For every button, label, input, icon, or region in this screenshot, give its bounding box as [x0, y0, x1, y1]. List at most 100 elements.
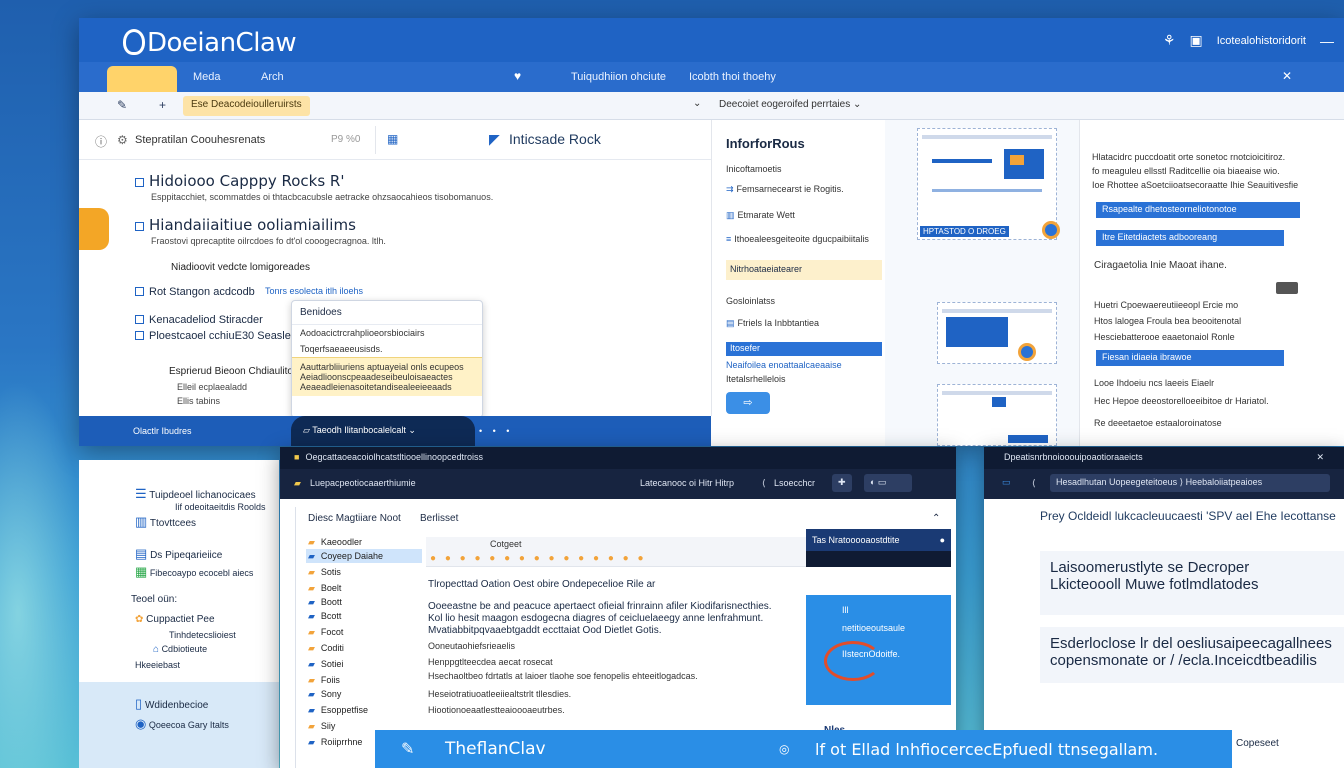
list-subitem[interactable]: Niadioovit vedcte lomigoreades	[171, 262, 310, 273]
open-button[interactable]: ⇨	[726, 392, 770, 414]
info-row[interactable]: ▤ Ftriels Ia Inbbtantiea	[726, 318, 819, 329]
gear-icon: ✿	[135, 614, 144, 625]
toggle[interactable]	[1276, 282, 1298, 294]
thumbnail[interactable]	[937, 384, 1057, 446]
thumbnail[interactable]	[937, 302, 1057, 364]
monitor-icon[interactable]: ▭	[1002, 477, 1011, 488]
heart-icon[interactable]: ♥	[514, 69, 521, 83]
panel-row[interactable]: ▤ Ds Pipeqarieiice	[135, 546, 222, 562]
list-item[interactable]: Hiandaiiaitiue ooliamiailims	[135, 216, 356, 234]
content-card[interactable]: Esderloclose lr del oesliusaipeecagallne…	[1040, 627, 1344, 683]
info-row[interactable]: ⇉ Femsarnecearst ie Rogitis.	[726, 184, 844, 195]
sidebar-item[interactable]: ▰ Siiy	[308, 721, 335, 732]
bottom-banner: ✎ TheflanClav ◎ lf ot Ellad lnhfiocercec…	[375, 730, 1232, 768]
sidebar-item[interactable]: ▰ Sotiei	[308, 659, 343, 670]
collapse-tab[interactable]	[79, 208, 109, 250]
properties-dropdown[interactable]: Deecoiet eogeroifed perrtaies ⌄	[719, 99, 861, 110]
list-item[interactable]: Kenacadeliod Stiracder	[135, 314, 263, 326]
grid-icon[interactable]: ▦	[387, 132, 398, 146]
editor-title-bar: ■ Oegcattaoeacoiolhcatstltiooellinoopcedt…	[280, 447, 956, 469]
sidebar-item[interactable]: ▰ Bcott	[308, 611, 341, 622]
edit-icon[interactable]: ✎	[401, 739, 414, 759]
action-button[interactable]: Itre Eitetdiactets adbooreang	[1096, 230, 1284, 246]
nav-right[interactable]: Lsoecchcr	[774, 478, 815, 488]
address-bar[interactable]: Hesadlhutan Uopeegeteitoeus ⟩ Heebaloiia…	[1050, 474, 1330, 492]
menu-item-options[interactable]: Icobth thoi thoehy	[689, 71, 776, 83]
record-icon[interactable]: ●	[940, 535, 945, 545]
info-row[interactable]: ≡ Ithoealeesgeiteoite dgucpaibiitalis	[726, 234, 869, 244]
sidebar-item[interactable]: ▰ Focot	[308, 627, 343, 638]
menu-item-tools[interactable]: Tuiqudhiion ohciute	[571, 71, 666, 83]
info-icon[interactable]: ⓘ	[95, 133, 107, 150]
action-button[interactable]: Rsapealte dhetosteorneliotonotoe	[1096, 202, 1300, 218]
panel-row[interactable]: ☰ Tuipdeoel lichanocicaes	[135, 486, 256, 502]
chevron-down-icon[interactable]: ⌄	[693, 98, 701, 109]
sidebar-item[interactable]: ▰ Boott	[308, 597, 342, 608]
tab-magazine[interactable]: Diesc Magtiiare Noot	[308, 513, 401, 524]
panel-row[interactable]: ▥ Ttovttcees	[135, 514, 196, 530]
address-field[interactable]: Ese Deacodeioulleruirsts	[183, 96, 310, 116]
list-item[interactable]: Hidoiooo Capppy Rocks R'	[135, 172, 344, 190]
title-link[interactable]: Icotealohistoridorit	[1217, 35, 1306, 47]
sidebar-item[interactable]: ▰ Kaeoodler	[308, 537, 362, 548]
info-section: Gosloinlatss	[726, 296, 776, 306]
list-subitem[interactable]: Elleil ecplaealadd	[177, 382, 247, 392]
sidebar-item[interactable]: ▰ Sotis	[308, 567, 341, 578]
list-subitem[interactable]: Ellis tabins	[177, 396, 220, 406]
document-line: Henppgtlteecdea aecat rosecat	[428, 657, 553, 667]
checkbox[interactable]	[135, 178, 144, 187]
sidebar-item[interactable]: ▰ Boelt	[308, 583, 341, 594]
list-item[interactable]: Ploestcaoel cchiuE30 Seaslee	[135, 330, 297, 342]
window-icon[interactable]: ▣	[1189, 32, 1202, 49]
sidebar-item[interactable]: ▰ Foiis	[308, 675, 340, 686]
close-icon[interactable]: ✕	[1316, 452, 1324, 463]
main-window: DoeianClaw ⚘ ▣ Icotealohistoridorit — Me…	[79, 18, 1344, 446]
sidebar-item[interactable]: ▰ Coditi	[308, 643, 344, 654]
globe-icon[interactable]: ◐ ▭	[864, 474, 912, 492]
action-button[interactable]: Fiesan idiaeia ibrawoe	[1096, 350, 1284, 366]
panel-row[interactable]: ✿ Cuppactiet Pee	[135, 614, 215, 625]
title-bar-icons: ⚘ ▣ Icotealohistoridorit —	[1163, 32, 1334, 49]
sidebar-item[interactable]: ▰ Esoppetfise	[308, 705, 368, 716]
popup-row[interactable]: Aodoacictrcrahplioeorsbiociairs	[292, 325, 482, 341]
panel-row[interactable]: ◉ Qoeecoa Gary Italts	[135, 716, 229, 732]
pane-meta: P9 %0	[331, 134, 361, 145]
menu-item-meda[interactable]: Meda	[193, 71, 221, 83]
content-card[interactable]: Laisoomerustlyte se Decroper Lkicteoooll…	[1040, 551, 1344, 615]
checkbox[interactable]	[135, 331, 144, 340]
list-subitem[interactable]: Esprierud Bieoon Chdiaulitoes	[169, 366, 304, 377]
ribbon-tools[interactable]: ● ● ● ● ● ● ● ● ● ● ● ● ● ● ●	[430, 553, 647, 564]
add-icon[interactable]: +	[159, 98, 166, 112]
popup-highlight[interactable]: Aauttarbliiuriens aptuayeial onls ecupeo…	[292, 357, 482, 396]
info-row[interactable]: ▥ Etmarate Wett	[726, 210, 795, 221]
checkbox[interactable]	[135, 315, 144, 324]
pin-icon[interactable]: ✎	[117, 98, 127, 112]
sidebar-item[interactable]: ▰ Roiiprrhne	[308, 737, 362, 748]
thumbnail[interactable]: HPTASTOD O DROEG	[917, 128, 1060, 240]
sidebar-item[interactable]: ▰ Coyeep Daiahe	[308, 551, 383, 562]
checkbox[interactable]	[135, 287, 144, 296]
info-selected-row[interactable]: Itosefer	[726, 342, 882, 356]
settings-icon[interactable]: ⚙	[117, 133, 128, 147]
back-icon[interactable]: ⟨	[1032, 478, 1036, 489]
sidebar-item[interactable]: ▰ Sony	[308, 689, 341, 700]
panel-row[interactable]: ▯ Wdidenbecioe	[135, 696, 208, 712]
plus-icon[interactable]: ✚	[832, 474, 852, 492]
chevron-up-icon[interactable]: ⌃	[932, 513, 940, 524]
popup-row[interactable]: Toqerfsaeaeeusisds.	[292, 341, 482, 357]
checkbox[interactable]	[135, 222, 144, 231]
nav-center[interactable]: Latecanooc oi Hitr Hitrp	[640, 478, 734, 488]
menu-item-arch[interactable]: Arch	[261, 71, 284, 83]
tree-icon[interactable]: ⚘	[1163, 32, 1176, 49]
info-row[interactable]: Neaifoilea enoattaalcaeaaise	[726, 360, 842, 370]
breadcrumb[interactable]: Luepacpeotiocaaerthiumie	[310, 478, 416, 488]
back-icon[interactable]: ⟨	[762, 478, 766, 489]
active-folder-tab[interactable]	[107, 66, 177, 92]
minimize-icon[interactable]: —	[1320, 33, 1334, 49]
close-icon[interactable]: ✕	[1282, 69, 1292, 83]
right-panel-strip	[806, 551, 951, 567]
chat-icon[interactable]: ◎	[779, 742, 789, 756]
list-item[interactable]: Rot Stangon acdcodb	[135, 286, 255, 298]
status-tab[interactable]: ▱ Taeodh Ilitanbocalelcalt ⌄	[291, 416, 475, 446]
tab-basket[interactable]: Berlisset	[420, 513, 458, 524]
